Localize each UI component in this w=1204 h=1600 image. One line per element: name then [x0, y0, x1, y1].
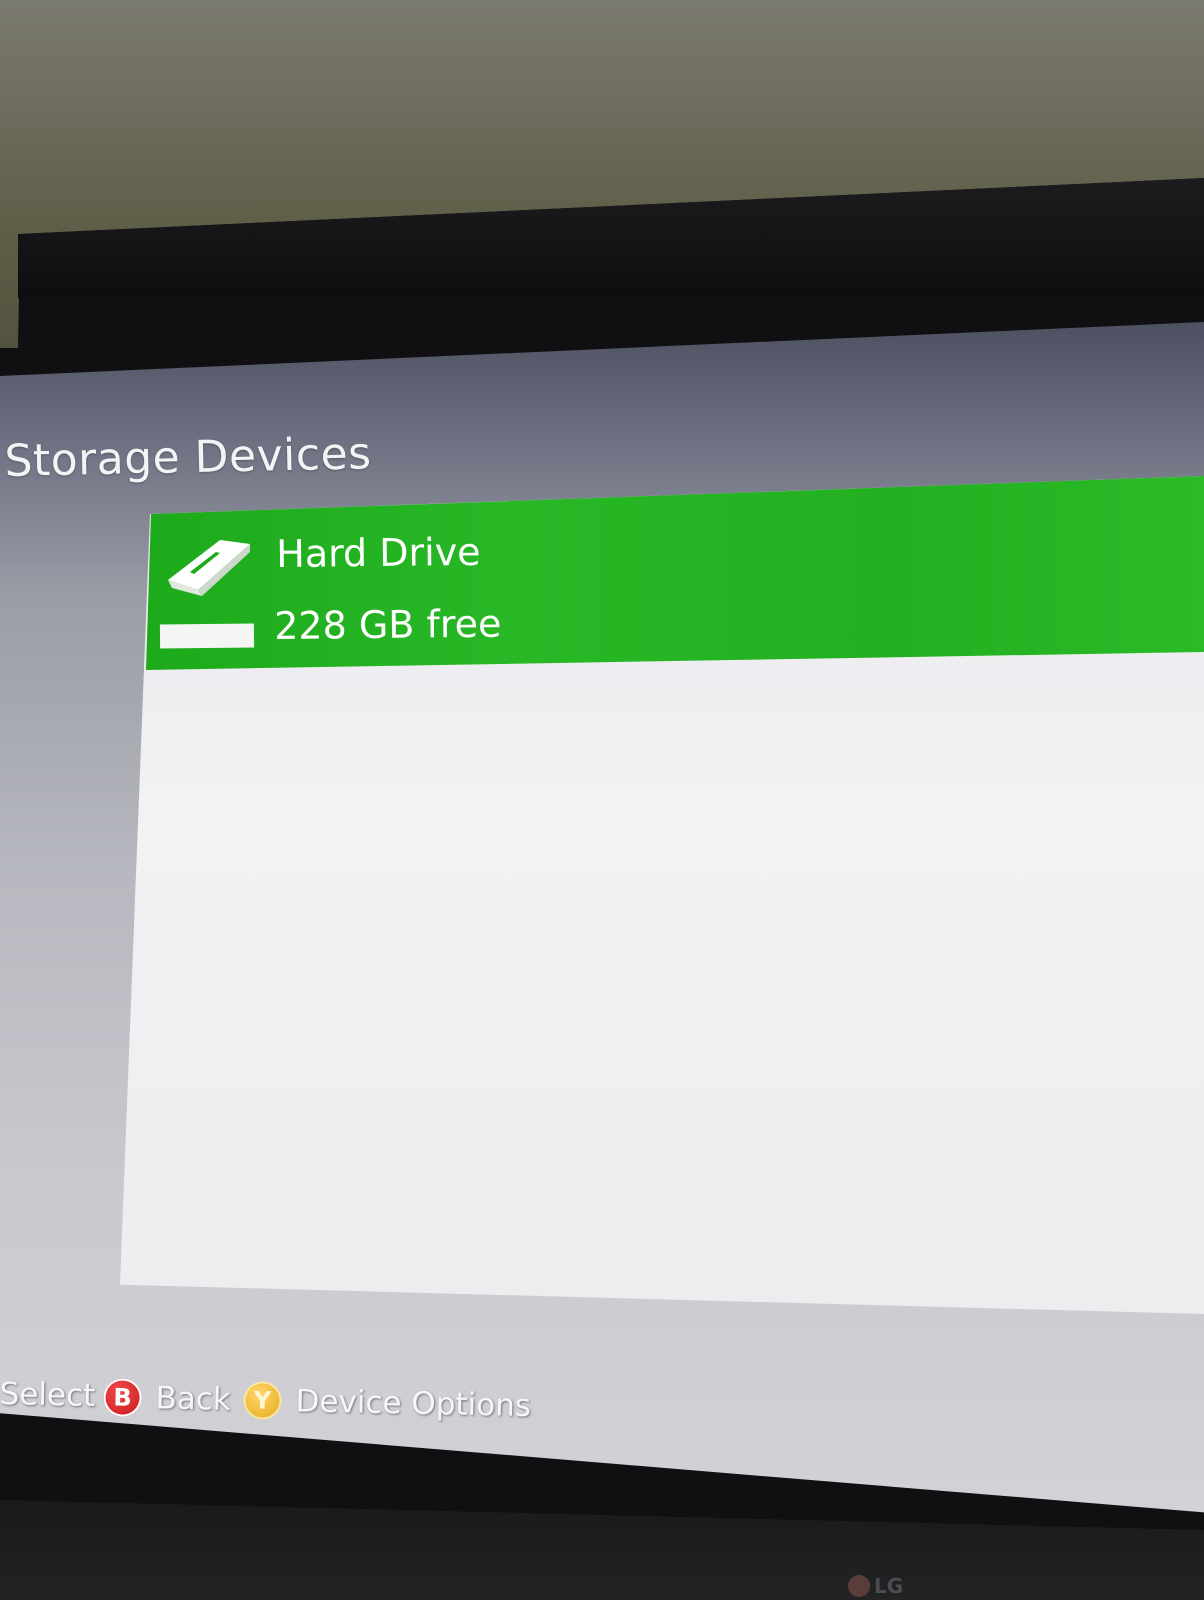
b-button-icon: B: [103, 1378, 142, 1417]
capacity-bar: [159, 623, 255, 649]
capacity-free-fill: [159, 623, 255, 649]
hint-back-label: Back: [155, 1380, 232, 1418]
hint-device-options[interactable]: Y Device Options: [243, 1381, 531, 1425]
page-title: Storage Devices: [4, 428, 373, 487]
hint-select[interactable]: Select: [0, 1376, 96, 1414]
hint-device-options-label: Device Options: [295, 1383, 532, 1425]
tv-brand-text: LG: [874, 1574, 904, 1598]
hard-drive-icon: [168, 540, 250, 596]
tv-brand-logo: LG: [848, 1574, 903, 1598]
device-name: Hard Drive: [276, 529, 481, 576]
brand-circle-icon: [848, 1575, 870, 1597]
hint-back[interactable]: B Back: [103, 1378, 231, 1419]
y-button-icon: Y: [243, 1381, 282, 1420]
device-free-space: 228 GB free: [274, 601, 502, 648]
hint-select-label: Select: [0, 1376, 96, 1414]
